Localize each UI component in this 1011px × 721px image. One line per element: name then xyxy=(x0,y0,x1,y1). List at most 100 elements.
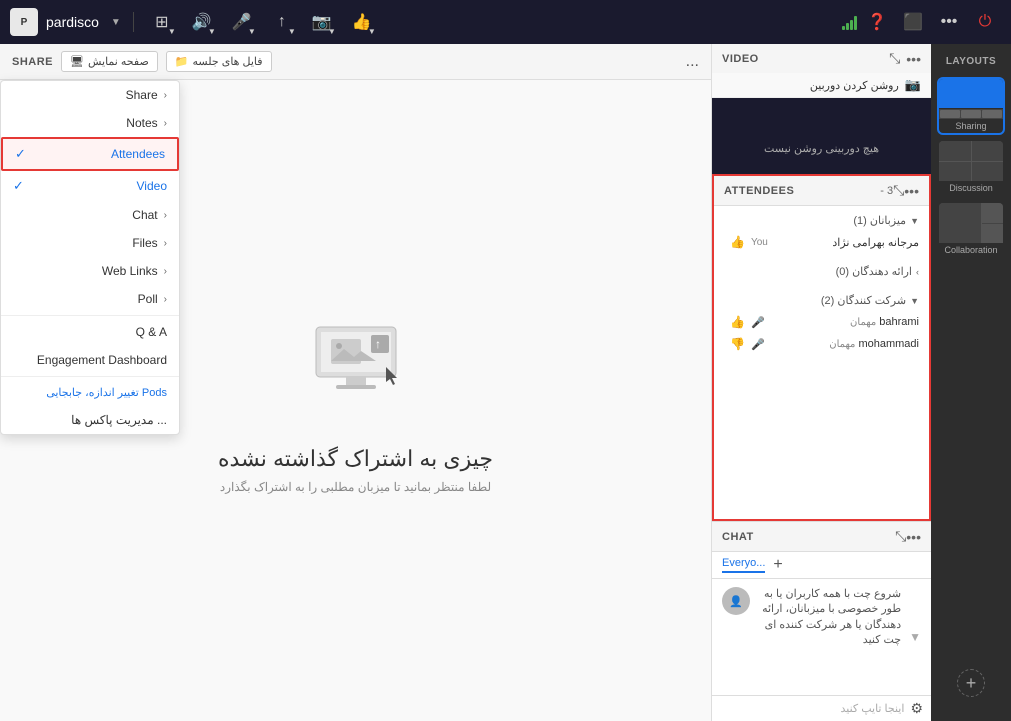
chat-tabs: Everyo... + xyxy=(712,552,931,579)
menu-separator xyxy=(1,315,179,316)
add-layout-btn[interactable]: + xyxy=(957,669,985,697)
arrow-icon: › xyxy=(164,266,167,277)
menu-item-files[interactable]: Files › xyxy=(1,229,179,257)
chat-expand-icon[interactable]: ⤡ xyxy=(895,528,906,545)
participants-group-header[interactable]: ▼ شرکت کنندگان (2) xyxy=(714,290,929,311)
participants-group: ▼ شرکت کنندگان (2) bahrami مهمان 🎤 👍 moh… xyxy=(714,286,929,359)
camera-icon-btn[interactable]: 📷▼ xyxy=(306,6,338,38)
attendee-host-name: مرجانه بهرامی نژاد xyxy=(774,236,919,249)
menu-item-weblinks[interactable]: Web Links › xyxy=(1,257,179,285)
chat-add-tab-btn[interactable]: + xyxy=(773,556,782,574)
arrow-icon: › xyxy=(164,238,167,249)
hosts-chevron-icon: ▼ xyxy=(910,216,919,226)
grid-icon-btn[interactable]: ⊞▼ xyxy=(146,6,178,38)
arrow-icon: › xyxy=(164,90,167,101)
layout-discussion-label: Discussion xyxy=(939,181,1003,195)
menu-item-resize[interactable]: تغییر اندازه، جابجایی Pods xyxy=(1,379,179,406)
share-bar: SHARE 🖥 صفحه نمایش 📁 فایل های جلسه ... xyxy=(0,44,711,80)
attendee-thumbup-icon: 👍 xyxy=(730,235,745,249)
right-panel: VIDEO ⤡ ••• 📷 روشن کردن دوربین هیچ دوربی… xyxy=(711,44,931,721)
menu-item-chat[interactable]: Chat › xyxy=(1,201,179,229)
signal-strength-icon xyxy=(842,14,857,30)
power-icon-btn[interactable]: ⏻ xyxy=(969,6,1001,38)
video-section: VIDEO ⤡ ••• 📷 روشن کردن دوربین هیچ دوربی… xyxy=(712,44,931,174)
attendees-section: ATTENDEES - 3 ⤡ ••• ▼ میزبانان (1) مرجان… xyxy=(712,174,931,521)
app-name: pardisco xyxy=(46,14,99,30)
bahrami-thumbup-icon: 👍 xyxy=(730,315,745,329)
menu-item-qa[interactable]: Q & A xyxy=(1,318,179,346)
share-icon-btn[interactable]: ↑▼ xyxy=(266,6,298,38)
attendee-host-item: مرجانه بهرامی نژاد You 👍 xyxy=(714,231,929,253)
content-area: SHARE 🖥 صفحه نمایش 📁 فایل های جلسه ... S… xyxy=(0,44,711,721)
video-panel-header: VIDEO ⤡ ••• xyxy=(712,44,931,73)
chat-expand-btn[interactable]: ▼ xyxy=(909,630,921,644)
arrow-icon: › xyxy=(164,294,167,305)
arrow-icon: › xyxy=(164,118,167,129)
video-panel-title: VIDEO xyxy=(722,53,883,65)
topbar: P pardisco ▼ ⊞▼ 🔊▼ 🎤▼ ↑▼ 📷▼ 👍▼ ❓ ⬛ ••• ⏻ xyxy=(0,0,1011,44)
files-btn[interactable]: 📁 فایل های جلسه xyxy=(166,51,272,72)
audio-icon-btn[interactable]: 🔊▼ xyxy=(186,6,218,38)
arrow-icon: › xyxy=(164,210,167,221)
menu-item-poll[interactable]: Poll › xyxy=(1,285,179,313)
chat-body: 👤 شروع چت با همه کاربران یا به طور خصوصی… xyxy=(712,579,931,695)
chat-input[interactable] xyxy=(720,703,904,715)
menu-item-video[interactable]: ✓ Video xyxy=(1,171,179,201)
attendees-expand-icon[interactable]: ⤡ xyxy=(893,182,904,199)
chat-header: CHAT ⤡ ••• xyxy=(712,522,931,552)
layout-collaboration[interactable]: Collaboration xyxy=(939,203,1003,257)
app-chevron-icon[interactable]: ▼ xyxy=(111,17,121,28)
svg-text:↑: ↑ xyxy=(375,337,381,351)
hosts-group: ▼ میزبانان (1) مرجانه بهرامی نژاد You 👍 xyxy=(714,206,929,257)
layouts-title: LAYOUTS xyxy=(946,52,996,71)
raise-hand-icon-btn[interactable]: 👍▼ xyxy=(346,6,378,38)
menu-item-attendees[interactable]: ✓ Attendees xyxy=(1,137,179,171)
more-options-icon-btn[interactable]: ••• xyxy=(933,6,965,38)
camera-control-row: 📷 روشن کردن دوربین xyxy=(712,73,931,98)
share-label: SHARE xyxy=(12,56,53,68)
help-icon-btn[interactable]: ❓ xyxy=(861,6,893,38)
camera-label: روشن کردن دوربین xyxy=(810,79,899,92)
hosts-group-label: میزبانان (1) xyxy=(853,214,906,227)
menu-item-share[interactable]: Share › xyxy=(1,81,179,109)
sharing-title: چیزی به اشتراک گذاشته نشده xyxy=(218,446,493,472)
layouts-sidebar: LAYOUTS Sharing Discussion xyxy=(931,44,1011,721)
chat-send-btn[interactable]: ⚙ xyxy=(910,700,923,717)
attendee-mohammadi-item: mohammadi مهمان 🎤 👎 xyxy=(714,333,929,355)
participants-chevron-icon: ▼ xyxy=(910,296,919,306)
menu-item-engagement[interactable]: Engagement Dashboard xyxy=(1,346,179,374)
display-btn[interactable]: 🖥 صفحه نمایش xyxy=(61,51,158,72)
hosts-group-header[interactable]: ▼ میزبانان (1) xyxy=(714,210,929,231)
attendees-more-icon[interactable]: ••• xyxy=(904,183,919,199)
check-icon: ✓ xyxy=(15,146,31,162)
menu-separator-2 xyxy=(1,376,179,377)
chat-more-icon[interactable]: ••• xyxy=(906,529,921,545)
app-logo[interactable]: P xyxy=(10,8,38,36)
no-camera-text: هیچ دوربینی روشن نیست xyxy=(764,142,879,155)
attendees-count: - 3 xyxy=(880,185,893,197)
chat-title: CHAT xyxy=(722,531,895,543)
menu-item-notes[interactable]: Notes › xyxy=(1,109,179,137)
menu-item-manage-pods[interactable]: مدیریت پاکس ها ... xyxy=(1,406,179,434)
layout-sharing[interactable]: Sharing xyxy=(939,79,1003,133)
dropdown-menu: Share › Notes › ✓ Attendees ✓ Video Chat… xyxy=(0,80,180,435)
mohammadi-mic-icon: 🎤 xyxy=(751,338,765,351)
share-more-btn[interactable]: ... xyxy=(686,53,699,71)
layout-discussion[interactable]: Discussion xyxy=(939,141,1003,195)
camera-icon: 📷 xyxy=(905,77,921,93)
sharing-empty-icon: ↑ xyxy=(296,307,416,426)
attendee-you-label: You xyxy=(751,237,768,248)
chat-avatar: 👤 xyxy=(722,587,750,615)
chat-input-area: ⚙ xyxy=(712,695,931,721)
chat-message: شروع چت با همه کاربران یا به طور خصوصی ب… xyxy=(758,587,901,649)
presenters-chevron-icon: › xyxy=(916,267,919,277)
presenters-group-header[interactable]: › ارائه دهندگان (0) xyxy=(714,261,929,282)
video-expand-icon[interactable]: ⤡ xyxy=(889,50,900,67)
mic-icon-btn[interactable]: 🎤▼ xyxy=(226,6,258,38)
chat-tab-everyone[interactable]: Everyo... xyxy=(722,557,765,573)
record-icon-btn[interactable]: ⬛ xyxy=(897,6,929,38)
check-icon: ✓ xyxy=(13,178,29,194)
video-more-icon[interactable]: ••• xyxy=(906,51,921,67)
participants-group-label: شرکت کنندگان (2) xyxy=(821,294,906,307)
main-container: SHARE 🖥 صفحه نمایش 📁 فایل های جلسه ... S… xyxy=(0,44,1011,721)
